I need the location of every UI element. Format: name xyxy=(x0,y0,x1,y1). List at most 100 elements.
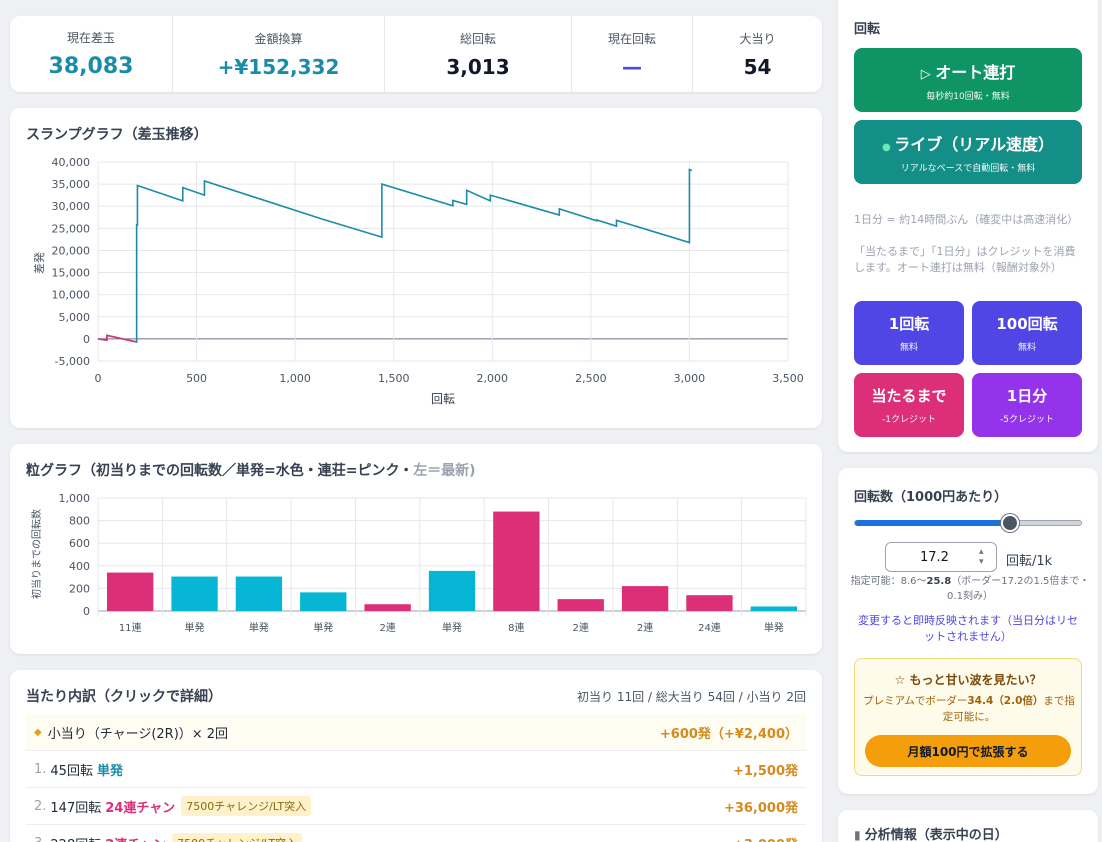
premium-text-bold: 34.4（2.0倍） xyxy=(967,695,1044,707)
hit-index: 2. xyxy=(34,798,47,814)
until-hit-button[interactable]: 当たるまで -1クレジット xyxy=(854,373,964,437)
hit-breakdown-title: 当たり内訳（クリックで詳細） xyxy=(26,689,222,705)
slump-y-tick: 25,000 xyxy=(52,222,91,235)
bar xyxy=(686,595,733,611)
premium-title-text: もっと甘い波を見たい？ xyxy=(909,673,1042,687)
hit-spins: 45回転 xyxy=(50,763,93,779)
one-day-label: 1日分 xyxy=(1006,387,1048,405)
hit-index: 3. xyxy=(34,836,46,842)
bar-x-tick: 単発 xyxy=(764,621,784,634)
live-spin-sub: リアルなペースで自動回転・無料 xyxy=(900,163,1036,174)
rate-range-post: （ボーダー17.2の1.5倍まで・0.1刻み） xyxy=(947,576,1090,602)
live-spin-button[interactable]: ● ライブ（リアル速度） リアルなペースで自動回転・無料 xyxy=(854,120,1082,184)
analysis-title: ▮ 分析情報（表示中の日） xyxy=(854,824,1008,842)
rate-range-note: 指定可能：8.6〜25.8（ボーダー17.2の1.5倍まで・0.1刻み） xyxy=(850,574,1090,604)
analysis-panel: ▮ 分析情報（表示中の日） xyxy=(838,810,1098,842)
hit-amount: +36,000発 xyxy=(723,800,798,816)
live-spin-label: ライブ（リアル速度） xyxy=(894,134,1055,154)
hit-row[interactable]: 3. 228回転 2連チャン 7500チャレンジ/LT突入 +3,000発 xyxy=(26,825,806,842)
bar-y-tick: 800 xyxy=(69,515,90,528)
slump-x-tick: 1,000 xyxy=(279,372,311,385)
bar-x-tick: 単発 xyxy=(313,621,333,634)
spin-1-sub: 無料 xyxy=(899,343,918,353)
stat-value: — xyxy=(622,54,642,79)
rate-panel-title: 回転数（1000円あたり） xyxy=(854,490,1008,505)
spin-100-label: 100回転 xyxy=(996,315,1058,333)
diamond-icon: ◆ xyxy=(34,726,42,738)
stepper-icon[interactable]: ▴ ▾ xyxy=(979,547,984,567)
stat-big-hits: 大当り 54 xyxy=(693,16,822,92)
spin-panel: 回転 ▷ オート連打 毎秒約10回転・無料 ● ライブ（リアル速度） リアルなペ… xyxy=(838,0,1098,452)
hit-row[interactable]: 1. 45回転 単発 +1,500発 xyxy=(26,751,806,788)
stat-total-spins: 総回転 3,013 xyxy=(385,16,572,92)
slump-x-tick: 2,500 xyxy=(575,372,607,385)
bar xyxy=(300,592,347,611)
rate-unit: 回転/1k xyxy=(1006,554,1053,569)
premium-title: ☆ もっと甘い波を見たい？ xyxy=(855,671,1081,688)
slump-x-tick: 2,000 xyxy=(477,372,509,385)
spin-note-day: 1日分 = 約14時間ぶん（確変中は高速消化） xyxy=(854,213,1079,226)
bar-x-tick: 2連 xyxy=(573,621,589,634)
hit-list: ◆ 小当り（チャージ(2R)）× 2回 +600発（+¥2,400） 1. 45… xyxy=(26,714,806,842)
premium-upgrade-button[interactable]: 月額100円で拡張する xyxy=(865,735,1071,767)
slump-x-tick: 1,500 xyxy=(378,372,410,385)
rate-slider-thumb[interactable] xyxy=(1001,514,1020,532)
premium-box: ☆ もっと甘い波を見たい？ プレミアムでボーダー34.4（2.0倍）まで指定可能… xyxy=(854,658,1082,776)
stat-value: 3,013 xyxy=(446,54,510,79)
bar xyxy=(107,572,154,611)
hit-row[interactable]: 2. 147回転 24連チャン 7500チャレンジ/LT突入 +36,000発 xyxy=(26,788,806,825)
play-icon: ▷ xyxy=(920,66,936,82)
hit-type: 単発 xyxy=(96,763,123,779)
hit-type: 2連チャン xyxy=(105,834,166,842)
hit-tag: 7500チャレンジ/LT突入 xyxy=(172,833,303,842)
rate-slider[interactable] xyxy=(854,514,1082,532)
bar-chart-icon: ▮ xyxy=(854,828,865,842)
stat-value: +¥152,332 xyxy=(217,54,340,79)
small-hit-row[interactable]: ◆ 小当り（チャージ(2R)）× 2回 +600発（+¥2,400） xyxy=(26,714,806,751)
auto-spin-label: オート連打 xyxy=(935,62,1016,82)
stat-label: 現在回転 xyxy=(607,31,656,46)
one-day-sub: -5クレジット xyxy=(1000,415,1054,425)
auto-spin-button[interactable]: ▷ オート連打 毎秒約10回転・無料 xyxy=(854,48,1082,112)
bar-y-tick: 200 xyxy=(69,582,90,595)
bar xyxy=(171,576,218,611)
bar-x-tick: 2連 xyxy=(379,621,395,634)
hit-amount: +3,000発 xyxy=(733,834,798,842)
bar-x-tick: 8連 xyxy=(508,621,524,634)
spin-100-sub: 無料 xyxy=(1017,343,1036,353)
bar-y-tick: 400 xyxy=(69,560,90,573)
bar xyxy=(621,586,669,611)
stat-money: 金額換算 +¥152,332 xyxy=(173,16,385,92)
hit-tag: 7500チャレンジ/LT突入 xyxy=(181,796,312,816)
bar-y-tick: 600 xyxy=(69,537,90,550)
bar-graph: 0 200 400 600 800 1,000 11連 単発 単発 単発 2連 単発 8連 2連 2連 24… xyxy=(30,492,807,634)
slump-y-tick: 10,000 xyxy=(52,289,91,302)
slump-x-axis-label: 回転 xyxy=(431,392,455,406)
auto-spin-sub: 毎秒約10回転・無料 xyxy=(926,91,1010,102)
slump-y-tick: 0 xyxy=(83,333,90,346)
spin-panel-title: 回転 xyxy=(854,22,881,37)
spin-100-button[interactable]: 100回転 無料 xyxy=(972,301,1082,365)
stat-label: 総回転 xyxy=(459,31,496,46)
slump-y-axis-label: 差発 xyxy=(32,252,46,274)
stat-value: 54 xyxy=(743,54,772,79)
bar-x-tick: 24連 xyxy=(698,621,721,634)
slump-y-tick: 20,000 xyxy=(52,244,91,257)
stat-label: 金額換算 xyxy=(254,31,303,46)
hit-type: 24連チャン xyxy=(105,800,176,816)
bar xyxy=(364,604,411,611)
slump-graph-card: スランプグラフ（差玉推移） -5,000 0 5,000 10,000 15,000 20… xyxy=(10,108,822,428)
slump-x-tick: 0 xyxy=(95,372,102,385)
slump-x-tick: 3,500 xyxy=(772,372,804,385)
bar xyxy=(235,576,283,611)
rate-range-max: 25.8 xyxy=(926,576,952,587)
spin-1-button[interactable]: 1回転 無料 xyxy=(854,301,964,365)
small-hit-amount: +600発（+¥2,400） xyxy=(659,726,798,742)
bar-x-tick: 単発 xyxy=(442,621,462,634)
small-hit-label: 小当り（チャージ(2R)）× 2回 xyxy=(47,726,229,742)
one-day-button[interactable]: 1日分 -5クレジット xyxy=(972,373,1082,437)
until-hit-sub: -1クレジット xyxy=(882,415,936,425)
stat-value: 38,083 xyxy=(48,54,134,79)
rate-notice: 変更すると即時反映されます（当日分はリセットされません） xyxy=(858,614,1078,643)
slump-graph: -5,000 0 5,000 10,000 15,000 20,000 25,000 30,0… xyxy=(32,156,804,406)
